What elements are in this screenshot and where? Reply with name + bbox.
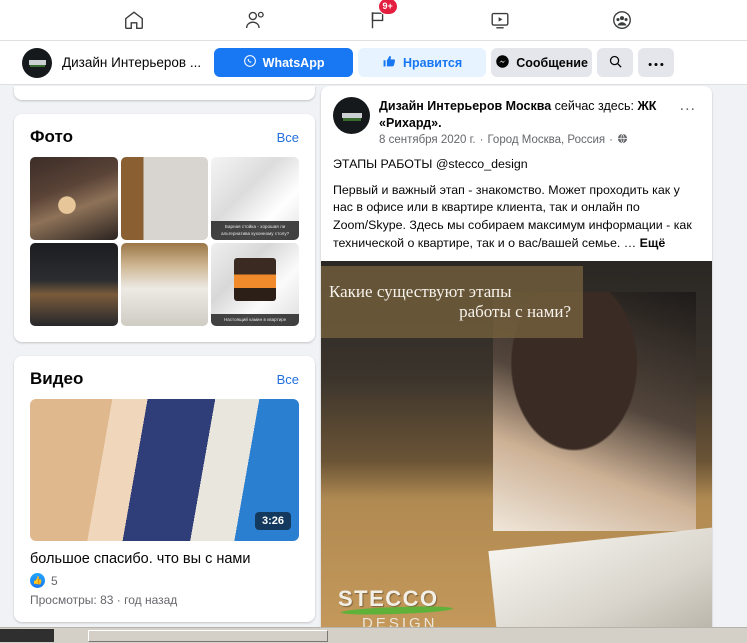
post-body-text: Первый и важный этап - знакомство. Может…	[333, 182, 692, 250]
photos-title: Фото	[30, 127, 73, 146]
meta-sep-1: ·	[479, 134, 484, 147]
page-action-bar: Дизайн Интерьеров ... WhatsApp Нравится	[0, 41, 747, 85]
top-navigation-bar: 9+	[0, 0, 747, 41]
post-location[interactable]: Город Москва, Россия	[487, 134, 605, 146]
video-like-count: 5	[51, 573, 58, 588]
post-date[interactable]: 8 сентября 2020 г.	[379, 134, 476, 146]
photo-thumbnail[interactable]	[120, 157, 209, 240]
photo-thumbnail[interactable]: Барная стойка - хорошая ли альтернатива …	[211, 157, 299, 240]
home-icon	[123, 9, 145, 31]
photos-card-header: Фото Все	[14, 114, 315, 157]
nav-home[interactable]	[115, 5, 153, 35]
post-image-overlay-text: Какие существуют этапы работы с нами?	[321, 266, 583, 339]
video-duration-badge: 3:26	[254, 512, 291, 530]
photos-grid: Барная стойка - хорошая ли альтернатива …	[14, 157, 315, 342]
post-body-heading: ЭТАПЫ РАБОТЫ @stecco_design	[333, 157, 528, 172]
post-author-avatar[interactable]	[333, 97, 370, 134]
photo-thumbnail[interactable]	[30, 157, 118, 240]
friends-icon	[244, 9, 267, 31]
messenger-icon	[495, 54, 510, 72]
photos-card: Фото Все Барная стойка - хорошая ли альт…	[14, 114, 315, 342]
post-author-name[interactable]: Дизайн Интерьеров Москва	[379, 99, 551, 113]
photos-see-all-link[interactable]: Все	[277, 130, 299, 145]
post-see-more-link[interactable]: Ещё	[640, 236, 666, 250]
page-title: Дизайн Интерьеров ...	[62, 55, 202, 70]
thumbs-up-icon	[382, 54, 397, 72]
post-author-line: Дизайн Интерьеров Москва сейчас здесь: Ж…	[379, 98, 676, 131]
video-thumbnail[interactable]: 3:26	[30, 399, 299, 541]
photo-thumbnail[interactable]: Настоящий камин в квартире	[211, 243, 299, 326]
search-button[interactable]	[597, 48, 634, 77]
like-button[interactable]: Нравится	[358, 48, 487, 77]
browser-viewport: 9+ Дизайн Интерьеров ... WhatsApp Нравит…	[0, 0, 747, 643]
pages-notification-badge: 9+	[377, 0, 398, 15]
post-header-text: Дизайн Интерьеров Москва сейчас здесь: Ж…	[379, 97, 676, 147]
like-button-label: Нравится	[402, 55, 463, 70]
videos-card: Видео Все 3:26 большое спасибо. что вы с…	[14, 356, 315, 622]
search-icon	[608, 54, 623, 72]
post-header: Дизайн Интерьеров Москва сейчас здесь: Ж…	[321, 86, 712, 147]
ellipsis-icon	[648, 56, 664, 70]
post-body: ЭТАПЫ РАБОТЫ @stecco_design Первый и важ…	[321, 147, 712, 261]
scrollbar-left-region[interactable]	[0, 629, 54, 642]
video-reactions: 👍 5	[14, 567, 315, 588]
video-title[interactable]: большое спасибо. что вы с нами	[14, 541, 315, 567]
groups-icon	[611, 9, 633, 31]
photo-thumbnail[interactable]	[120, 243, 209, 326]
videos-see-all-link[interactable]: Все	[277, 372, 299, 387]
stecco-watermark: STECCO DESIGN	[338, 586, 458, 632]
globe-icon	[617, 133, 628, 147]
page-avatar[interactable]	[22, 47, 52, 78]
post-meta: 8 сентября 2020 г. · Город Москва, Росси…	[379, 133, 676, 147]
videos-title: Видео	[30, 369, 84, 388]
horizontal-scrollbar[interactable]	[0, 627, 747, 643]
message-button-label: Сообщение	[516, 55, 588, 70]
post-column: Дизайн Интерьеров Москва сейчас здесь: Ж…	[321, 86, 712, 643]
meta-sep-2: ·	[609, 134, 613, 147]
post-options-button[interactable]: ...	[676, 97, 700, 115]
photo-caption: Барная стойка - хорошая ли альтернатива …	[211, 221, 299, 240]
post-image[interactable]: Какие существуют этапы работы с нами? ST…	[321, 261, 712, 643]
post-author-logo-mark	[341, 113, 362, 118]
like-reaction-icon: 👍	[30, 573, 45, 588]
whatsapp-button[interactable]: WhatsApp	[214, 48, 354, 77]
scrollbar-thumb[interactable]	[88, 630, 328, 642]
overlay-line-1: Какие существуют этапы	[329, 281, 512, 301]
video-meta: Просмотры: 83 · год назад	[30, 593, 178, 607]
videos-card-header: Видео Все	[14, 356, 315, 399]
post-checkin-text: сейчас здесь:	[554, 99, 634, 113]
previous-card-stub	[14, 86, 315, 100]
message-button[interactable]: Сообщение	[491, 48, 593, 77]
post-card: Дизайн Интерьеров Москва сейчас здесь: Ж…	[321, 86, 712, 643]
overlay-line-2: работы с нами?	[459, 302, 571, 322]
content-area: Фото Все Барная стойка - хорошая ли альт…	[0, 86, 747, 643]
whatsapp-icon	[243, 54, 257, 71]
more-options-button[interactable]	[638, 48, 675, 77]
top-nav-items: 9+	[115, 0, 641, 35]
left-sidebar: Фото Все Барная стойка - хорошая ли альт…	[14, 86, 315, 622]
nav-pages[interactable]: 9+	[359, 0, 398, 35]
whatsapp-button-label: WhatsApp	[262, 55, 325, 70]
photo-thumbnail[interactable]	[30, 243, 118, 326]
nav-watch[interactable]	[481, 5, 519, 35]
nav-friends[interactable]	[237, 5, 275, 35]
page-logo-mark	[28, 60, 46, 65]
nav-groups[interactable]	[603, 5, 641, 35]
photo-caption: Настоящий камин в квартире	[211, 313, 299, 326]
watch-icon	[489, 9, 511, 31]
